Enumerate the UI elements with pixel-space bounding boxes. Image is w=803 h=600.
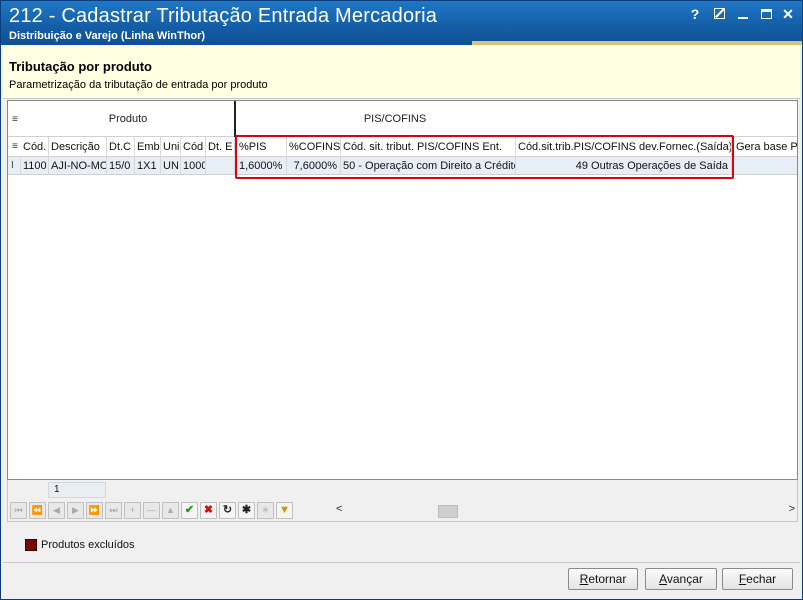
prev-record-icon[interactable]: ◀ (48, 502, 65, 519)
scroll-left-icon[interactable]: < (336, 503, 342, 515)
col-dte[interactable]: Dt. E (206, 137, 235, 157)
next-record-icon[interactable]: ▶ (67, 502, 84, 519)
avancar-button[interactable]: Avançar (645, 568, 717, 590)
horizontal-scrollbar[interactable]: < > (334, 503, 797, 519)
bookmark-star-icon[interactable]: ✱ (238, 502, 255, 519)
col-pis[interactable]: %PIS (237, 137, 287, 157)
prev-page-icon[interactable]: ⏪ (29, 502, 46, 519)
column-menu-icon[interactable]: ≡ (12, 141, 18, 152)
cancel-x-icon[interactable]: ✖ (200, 502, 217, 519)
window-subtitle: Distribuição e Varejo (Linha WinThor) (9, 30, 206, 42)
col-cod-sit-ent[interactable]: Cód. sit. tribut. PIS/COFINS Ent. (341, 137, 516, 157)
avancar-accel: A (659, 572, 667, 586)
product-tax-grid[interactable]: ≡ Produto PIS/COFINS ≡ Cód. Descrição Dt… (7, 100, 798, 480)
cell-descricao[interactable]: AJI-NO-MO (49, 157, 107, 175)
retornar-accel: R (579, 572, 589, 586)
cell-cod-sit-dev[interactable]: 49 Outras Operações de Saída (516, 157, 732, 175)
cell-gera-base[interactable] (734, 157, 797, 175)
grid-footer: 1 ⏮ ⏪ ◀ ▶ ⏩ ⏭ + — ▲ ✔ ✖ ↻ ✱ ✳ ▼ < > (7, 480, 798, 522)
col-descricao[interactable]: Descrição (49, 137, 107, 157)
grid-menu-icon[interactable]: ≡ (12, 114, 18, 125)
col-cod-sit-dev[interactable]: Cód.sit.trib.PIS/COFINS dev.Fornec.(Saíd… (516, 137, 732, 157)
cell-uni[interactable]: UN (161, 157, 181, 175)
refresh-icon[interactable]: ↻ (219, 502, 236, 519)
grid-column-header-row: ≡ Cód. Descrição Dt.C Emb Uni Cód Dt. E … (8, 137, 797, 157)
divider (3, 562, 800, 563)
edit-window-button[interactable] (710, 6, 728, 22)
band-pis-cofins: PIS/COFINS (363, 113, 427, 125)
cell-pis[interactable]: 1,6000% (237, 157, 287, 175)
delete-icon[interactable]: — (143, 502, 160, 519)
main-window: 212 - Cadastrar Tributação Entrada Merca… (0, 0, 803, 600)
help-button[interactable]: ? (686, 6, 704, 22)
legend-swatch (25, 539, 37, 551)
section-description: Parametrização da tributação de entrada … (9, 79, 268, 91)
last-page-icon[interactable]: ⏭ (105, 502, 122, 519)
filter-icon[interactable]: ▼ (276, 502, 293, 519)
scroll-thumb[interactable] (438, 505, 458, 518)
retornar-label: etornar (588, 572, 627, 586)
first-page-icon[interactable]: ⏮ (10, 502, 27, 519)
fechar-label: echar (746, 572, 777, 586)
avancar-label: vançar (666, 572, 703, 586)
cell-dte[interactable] (206, 157, 235, 175)
close-button[interactable]: ✕ (779, 6, 797, 22)
scroll-right-icon[interactable]: > (789, 503, 795, 515)
fechar-button[interactable]: Fechar (722, 568, 793, 590)
maximize-button[interactable] (757, 6, 775, 22)
title-bar: 212 - Cadastrar Tributação Entrada Merca… (1, 1, 802, 45)
cell-cod[interactable]: 1100 (21, 157, 49, 175)
col-gera-base[interactable]: Gera base PI (734, 137, 797, 157)
cell-dtc[interactable]: 15/0 (107, 157, 135, 175)
cell-cofins[interactable]: 7,6000% (287, 157, 341, 175)
table-row[interactable]: I 1100 AJI-NO-MO 15/0 1X1 UN 1000 1,6000… (8, 157, 797, 175)
col-cofins[interactable]: %COFINS (287, 137, 341, 157)
edit-record-icon[interactable]: ▲ (162, 502, 179, 519)
band-produto: Produto (108, 113, 148, 125)
post-check-icon[interactable]: ✔ (181, 502, 198, 519)
legend-label: Produtos excluídos (41, 539, 135, 551)
section-title: Tributação por produto (9, 59, 152, 74)
window-title: 212 - Cadastrar Tributação Entrada Merca… (9, 5, 438, 27)
row-indicator: I (9, 157, 21, 175)
cell-cod-sit-ent[interactable]: 50 - Operação com Direito a Crédito (341, 157, 516, 175)
header-panel: Tributação por produto Parametrização da… (3, 46, 800, 99)
maximize-icon (760, 9, 772, 19)
title-accent-stripe (472, 41, 802, 45)
edit-icon (713, 8, 725, 19)
goto-bookmark-icon[interactable]: ✳ (257, 502, 274, 519)
col-cod2[interactable]: Cód (181, 137, 206, 157)
col-emb[interactable]: Emb (135, 137, 161, 157)
col-dtc[interactable]: Dt.C (107, 137, 135, 157)
cell-emb[interactable]: 1X1 (135, 157, 161, 175)
record-count: 1 (48, 482, 106, 498)
grid-band-row: ≡ Produto PIS/COFINS (8, 101, 797, 137)
retornar-button[interactable]: Retornar (568, 568, 638, 590)
cell-cod2[interactable]: 1000 (181, 157, 206, 175)
next-page-icon[interactable]: ⏩ (86, 502, 103, 519)
minimize-button[interactable] (734, 6, 752, 22)
col-cod[interactable]: Cód. (21, 137, 49, 157)
col-uni[interactable]: Uni (161, 137, 181, 157)
insert-icon[interactable]: + (124, 502, 141, 519)
minimize-icon (738, 17, 748, 19)
